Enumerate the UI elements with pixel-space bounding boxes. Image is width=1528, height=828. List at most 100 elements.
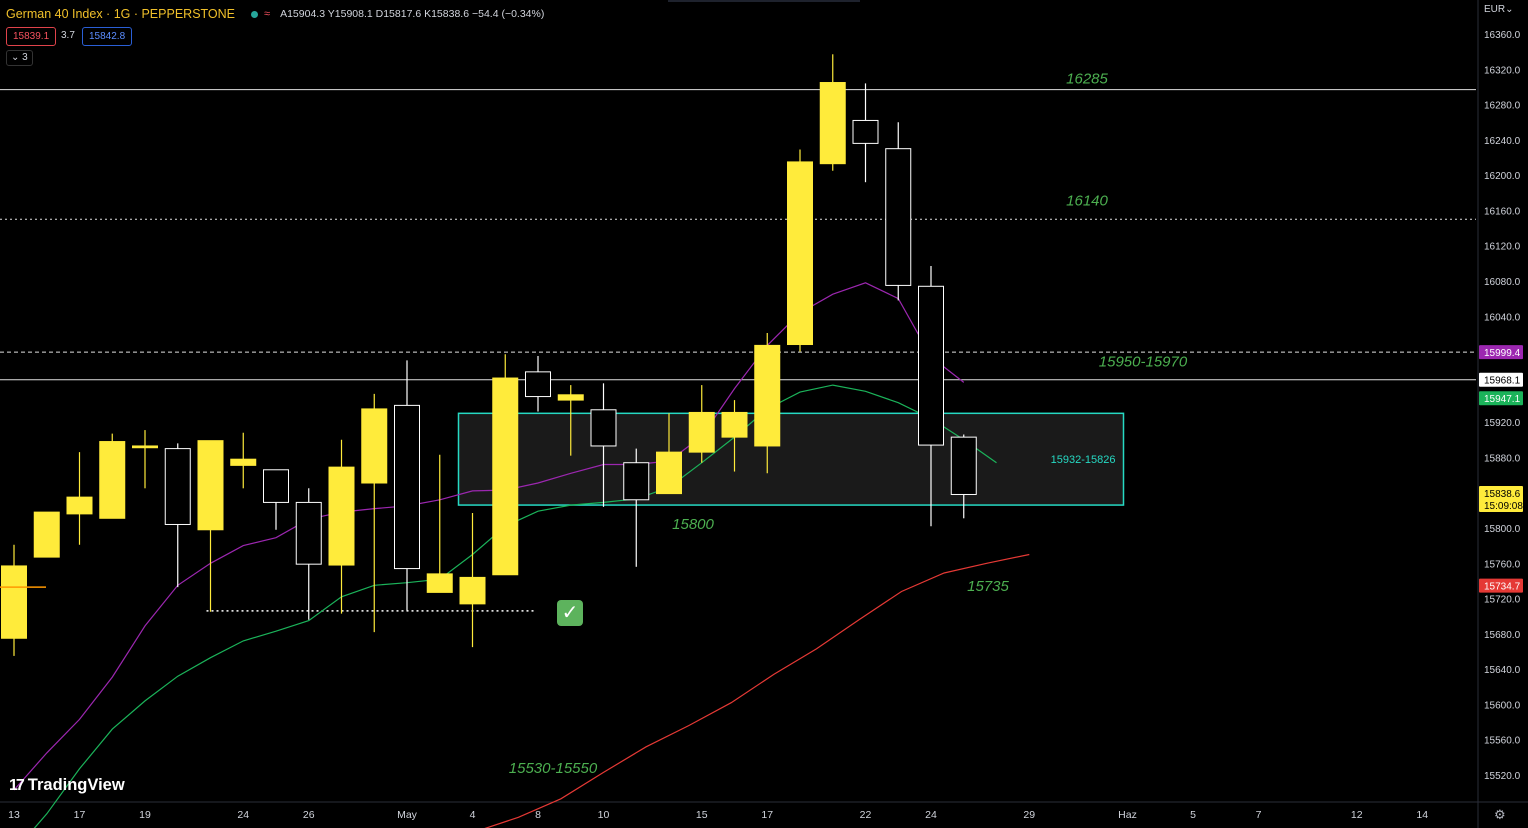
x-tick-label: Haz (1118, 809, 1137, 821)
y-tick-label: 15760.0 (1484, 559, 1521, 570)
ma-slow-line (484, 553, 1030, 828)
y-tick-label: 16160.0 (1484, 206, 1521, 217)
candle-body (99, 441, 126, 519)
candle-body (557, 394, 584, 401)
candle-body (852, 119, 879, 144)
spread-value: 3.7 (61, 30, 75, 41)
level-label-15800: 15800 (672, 516, 714, 533)
x-tick-label: 13 (8, 809, 20, 821)
buy-price-button[interactable]: 15842.8 (82, 27, 133, 46)
y-tick-label: 15560.0 (1484, 736, 1521, 747)
y-tick-label: 15800.0 (1484, 524, 1521, 535)
y-tick-label: 15720.0 (1484, 595, 1521, 606)
level-label-15950-15970: 15950-15970 (1099, 354, 1188, 371)
candle-body (33, 511, 60, 558)
candle-body (918, 285, 944, 446)
candle-body (590, 409, 617, 447)
y-tick-label: 15600.0 (1484, 700, 1521, 711)
currency-text: EUR (1484, 4, 1506, 15)
data-wave-icon: ≈ (264, 8, 271, 20)
checkmark-icon: ✓ (557, 600, 583, 626)
x-tick-label: 7 (1256, 809, 1262, 821)
x-tick-label: 19 (139, 809, 151, 821)
x-tick-label: 17 (74, 809, 86, 821)
candle-body (721, 411, 748, 438)
x-tick-label: 10 (598, 809, 610, 821)
currency-label[interactable]: EUR⌄ (1484, 4, 1514, 15)
candle-body (328, 466, 355, 566)
candle-body (492, 377, 519, 576)
chevron-down-icon: ⌄ (11, 52, 20, 63)
price-tag-text: 15734.7 (1484, 582, 1521, 593)
x-tick-label: 26 (303, 809, 315, 821)
chevron-down-icon: ⌄ (1505, 4, 1514, 15)
y-tick-label: 15640.0 (1484, 665, 1521, 676)
candle-body (426, 573, 453, 593)
candle-body (688, 411, 715, 453)
gear-icon[interactable]: ⚙ (1494, 807, 1506, 823)
symbol-title[interactable]: German 40 Index · 1G · PEPPERSTONE (6, 7, 235, 21)
x-tick-label: 15 (696, 809, 708, 821)
price-tag-text: 15999.4 (1484, 348, 1521, 359)
tradingview-wordmark: TradingView (27, 776, 125, 794)
ohlc-values: A15904.3 Y15908.1 D15817.6 K15838.6 −54.… (280, 8, 545, 20)
candle-body (164, 448, 191, 525)
x-tick-label: 14 (1416, 809, 1428, 821)
top-bar-indicator (668, 0, 860, 2)
candle-body (197, 440, 224, 531)
candle-body (754, 344, 781, 447)
market-status-icon (251, 10, 259, 18)
candle-body (230, 458, 257, 466)
y-tick-label: 15920.0 (1484, 418, 1521, 429)
price-tag-text: 15968.1 (1484, 376, 1521, 387)
price-tag-text: 15947.1 (1484, 394, 1521, 405)
level-label-15530-15550: 15530-15550 (509, 760, 598, 777)
level-label-16140: 16140 (1066, 192, 1108, 209)
candle-body (459, 576, 486, 605)
x-tick-label: May (397, 809, 418, 821)
price-chart[interactable]: 15932-15826162851614015950-1597015800157… (0, 0, 1528, 828)
candle-body (1, 565, 27, 639)
x-tick-label: 24 (237, 809, 249, 821)
candle-body (263, 469, 289, 503)
candle-body (295, 501, 322, 565)
y-tick-label: 16360.0 (1484, 30, 1521, 41)
y-tick-label: 16320.0 (1484, 65, 1521, 76)
y-tick-label: 16040.0 (1484, 312, 1521, 323)
x-tick-label: 24 (925, 809, 937, 821)
candle-body (525, 371, 551, 398)
indicators-count: 3 (22, 52, 28, 63)
y-tick-label: 15880.0 (1484, 453, 1521, 464)
support-zone-label: 15932-15826 (1051, 454, 1116, 466)
candle-body (623, 462, 650, 501)
candle-body (361, 408, 388, 484)
level-label-16285: 16285 (1066, 71, 1108, 88)
sell-price-button[interactable]: 15839.1 (6, 27, 57, 46)
candle-body (656, 451, 682, 495)
y-tick-label: 16080.0 (1484, 277, 1521, 288)
candle-body (819, 82, 846, 165)
price-tag-text: 15838.6 (1484, 489, 1521, 500)
indicators-toggle[interactable]: ⌄ 3 (6, 50, 33, 66)
y-tick-label: 16120.0 (1484, 242, 1521, 253)
x-tick-label: 22 (860, 809, 872, 821)
symbol-header: German 40 Index · 1G · PEPPERSTONE ≈ A15… (6, 6, 544, 22)
tradingview-logo[interactable]: 17 TradingView (9, 776, 125, 795)
bar-countdown-text: 15:09:08 (1484, 501, 1523, 512)
x-tick-label: 5 (1190, 809, 1196, 821)
x-tick-label: 4 (470, 809, 476, 821)
candle-body (394, 404, 420, 570)
candle-body (787, 161, 813, 346)
x-tick-label: 17 (761, 809, 773, 821)
x-tick-label: 8 (535, 809, 541, 821)
y-tick-label: 16200.0 (1484, 171, 1521, 182)
y-tick-label: 15680.0 (1484, 630, 1521, 641)
x-tick-label: 29 (1023, 809, 1035, 821)
tradingview-logo-icon: 17 (9, 776, 25, 794)
candle-body (132, 445, 158, 449)
candle-body (66, 496, 93, 515)
candle-body (950, 436, 977, 495)
x-tick-label: 12 (1351, 809, 1363, 821)
ma-fast-line (13, 282, 965, 791)
level-label-15735: 15735 (967, 578, 1009, 595)
